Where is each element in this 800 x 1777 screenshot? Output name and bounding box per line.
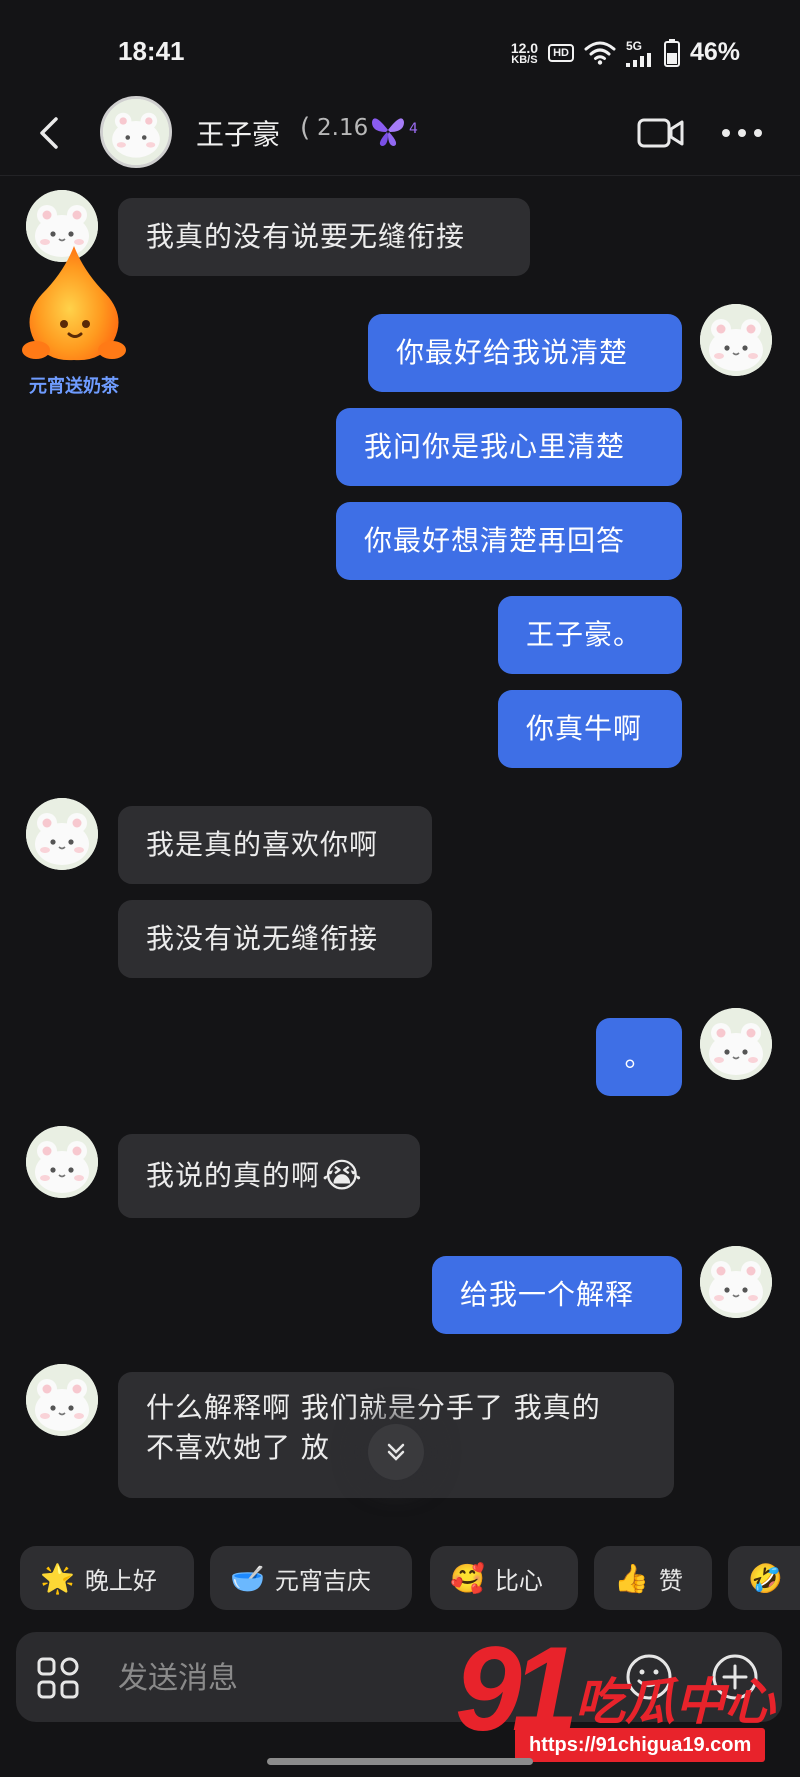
status-icons: 12.0 KB/S HD 5G 46% [511, 38, 740, 67]
message-text: 我说的真的啊 [146, 1159, 321, 1192]
cat-avatar-icon [700, 304, 772, 376]
message-text-line-1: 什么解释啊 我们就是分手了 我真的 [146, 1391, 601, 1424]
apps-grid-icon [37, 1657, 79, 1699]
self-message-avatar[interactable] [700, 304, 772, 376]
contact-message-avatar[interactable] [26, 1364, 98, 1436]
chevron-left-icon [40, 117, 58, 149]
contact-message-avatar[interactable] [26, 1126, 98, 1198]
cat-avatar-icon [700, 1246, 772, 1318]
message-bubble-incoming[interactable]: 什么解释啊 我们就是分手了 我真的 不喜欢她了 放 [118, 1372, 674, 1498]
laughing-emoji-icon: 🤣 [748, 1561, 783, 1595]
site-watermark: 91 吃瓜中心 https://91chigua19.com [455, 1622, 785, 1773]
message-bubble-outgoing[interactable]: 给我一个解释 [432, 1256, 682, 1334]
flame-mascot-icon [22, 246, 126, 361]
message-bubble-outgoing[interactable]: 你最好想清楚再回答 [336, 502, 682, 580]
video-camera-icon [637, 118, 684, 148]
star-emoji-icon: 🌟 [40, 1561, 75, 1595]
more-dots-icon [722, 129, 762, 137]
more-options-button[interactable] [718, 115, 766, 151]
watermark-url: https://91chigua19.com [515, 1728, 766, 1762]
message-text: 我问你是我心里清楚 [364, 430, 626, 463]
battery-icon [663, 38, 680, 67]
message-bubble-incoming[interactable]: 我没有说无缝衔接 [118, 900, 432, 978]
home-indicator[interactable] [267, 1758, 533, 1765]
message-bubble-outgoing[interactable]: 。 [596, 1018, 682, 1096]
message-text: 。 [624, 1040, 654, 1073]
sticker-label: 元宵送奶茶 [29, 376, 119, 397]
message-text: 你真牛啊 [526, 712, 643, 745]
message-text: 我是真的喜欢你啊 [146, 828, 379, 861]
cellular-signal: 5G [625, 38, 654, 67]
watermark-brand: 吃瓜中心 [575, 1673, 775, 1731]
message-text-line-2-text: 不喜欢她了 放 [146, 1431, 330, 1464]
video-call-button[interactable] [636, 115, 686, 151]
message-bubble-outgoing[interactable]: 王子豪。 [498, 596, 682, 674]
cat-avatar-icon [700, 1008, 772, 1080]
message-bubble-outgoing[interactable]: 你真牛啊 [498, 690, 682, 768]
heart-face-emoji-icon: 🥰 [450, 1561, 485, 1595]
message-text: 我真的没有说要无缝衔接 [146, 220, 466, 253]
quick-reply-chip[interactable]: 🥰 比心 [430, 1546, 578, 1610]
message-bubble-outgoing[interactable]: 你最好给我说清楚 [368, 314, 682, 392]
signal-bars-icon [625, 52, 651, 67]
message-text: 你最好想清楚再回答 [364, 524, 626, 557]
quick-reply-chip[interactable]: 👍 赞 [594, 1546, 712, 1610]
quick-reply-bar: 🌟 晚上好 🥣 元宵吉庆 🥰 比心 👍 赞 🤣 [0, 1546, 800, 1612]
wifi-icon [584, 41, 616, 65]
message-text-line-2: 不喜欢她了 放 [146, 1424, 646, 1480]
hd-voice-icon: HD [548, 43, 574, 62]
contact-message-avatar[interactable] [26, 798, 98, 870]
back-button[interactable] [30, 113, 70, 153]
crying-face-icon: 😭 [322, 1156, 363, 1196]
quick-reply-label: 赞 [658, 1566, 683, 1595]
cat-avatar-icon [26, 798, 98, 870]
quick-reply-chip[interactable]: 🥣 元宵吉庆 [210, 1546, 412, 1610]
contact-score: 2.16 [317, 115, 369, 141]
message-text: 我没有说无缝衔接 [146, 922, 379, 955]
self-message-avatar[interactable] [700, 1246, 772, 1318]
quick-reply-label: 比心 [494, 1566, 543, 1595]
battery-percent: 46% [689, 38, 740, 66]
contact-name: 王子豪 [196, 118, 281, 151]
quick-reply-label: 晚上好 [84, 1566, 157, 1595]
network-speed-unit: KB/S [511, 53, 538, 66]
network-type-label: 5G [625, 38, 642, 53]
message-bubble-incoming[interactable]: 我是真的喜欢你啊 [118, 806, 432, 884]
status-bar: 18:41 12.0 KB/S HD 5G 46% [0, 0, 800, 100]
expand-message-button[interactable] [368, 1424, 424, 1480]
chat-header: 王子豪 ( 2.16 4 [0, 95, 800, 176]
status-time: 18:41 [118, 36, 185, 66]
message-bubble-incoming[interactable]: 我说的真的啊 😭 [118, 1134, 420, 1218]
quick-reply-chip[interactable]: 🌟 晚上好 [20, 1546, 194, 1610]
message-text: 给我一个解释 [460, 1278, 635, 1311]
bowl-emoji-icon: 🥣 [230, 1561, 265, 1595]
message-text: 王子豪。 [526, 618, 643, 651]
message-bubble-outgoing[interactable]: 我问你是我心里清楚 [336, 408, 682, 486]
message-text: 你最好给我说清楚 [396, 336, 629, 369]
butterfly-badge-icon [372, 118, 404, 146]
cat-avatar-icon [26, 1126, 98, 1198]
lantern-festival-sticker[interactable]: 元宵送奶茶 [14, 242, 134, 397]
message-bubble-incoming[interactable]: 我真的没有说要无缝衔接 [118, 198, 530, 276]
quick-reply-chip[interactable]: 🤣 [728, 1546, 800, 1610]
network-speed: 12.0 KB/S [510, 39, 539, 66]
cat-avatar-icon [26, 1364, 98, 1436]
thumbs-up-emoji-icon: 👍 [614, 1561, 649, 1595]
apps-button[interactable] [36, 1656, 80, 1700]
cat-avatar-icon [103, 99, 169, 165]
network-speed-value: 12.0 [510, 39, 539, 56]
contact-level: 4 [409, 121, 418, 137]
self-message-avatar[interactable] [700, 1008, 772, 1080]
contact-avatar[interactable] [100, 96, 172, 168]
score-paren: ( [300, 113, 311, 143]
quick-reply-label: 元宵吉庆 [274, 1566, 371, 1595]
chevron-double-down-icon [387, 1443, 405, 1461]
